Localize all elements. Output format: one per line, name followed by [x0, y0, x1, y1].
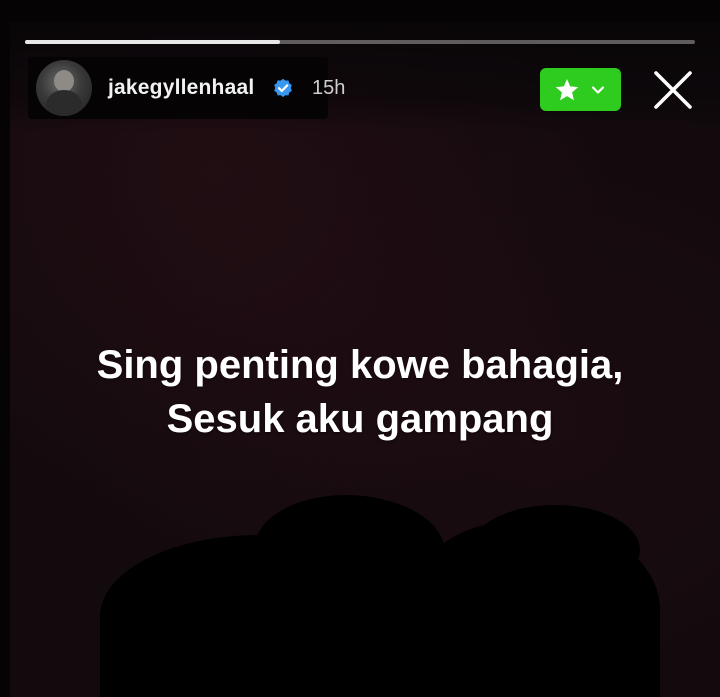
avatar-body [46, 90, 82, 116]
username[interactable]: jakegyllenhaal [108, 76, 254, 100]
chevron-down-icon [591, 86, 605, 94]
verified-badge-icon [274, 78, 292, 97]
story-progress-fill [25, 40, 280, 44]
story-caption: Sing penting kowe bahagia, Sesuk aku gam… [0, 338, 720, 446]
story-viewer[interactable]: jakegyllenhaal 15h Sing penting kowe bah… [0, 0, 720, 697]
redaction-blob [470, 505, 640, 595]
story-progress-bar [25, 40, 695, 44]
caption-line-2: Sesuk aku gampang [166, 397, 554, 441]
close-icon[interactable] [651, 68, 695, 112]
screen-edge-top [0, 0, 720, 22]
caption-line-1: Sing penting kowe bahagia, [96, 343, 624, 387]
post-time: 15h [312, 77, 346, 99]
star-icon [555, 79, 579, 101]
close-friends-button[interactable] [540, 68, 621, 111]
avatar[interactable] [36, 60, 92, 116]
avatar-head [54, 70, 74, 92]
